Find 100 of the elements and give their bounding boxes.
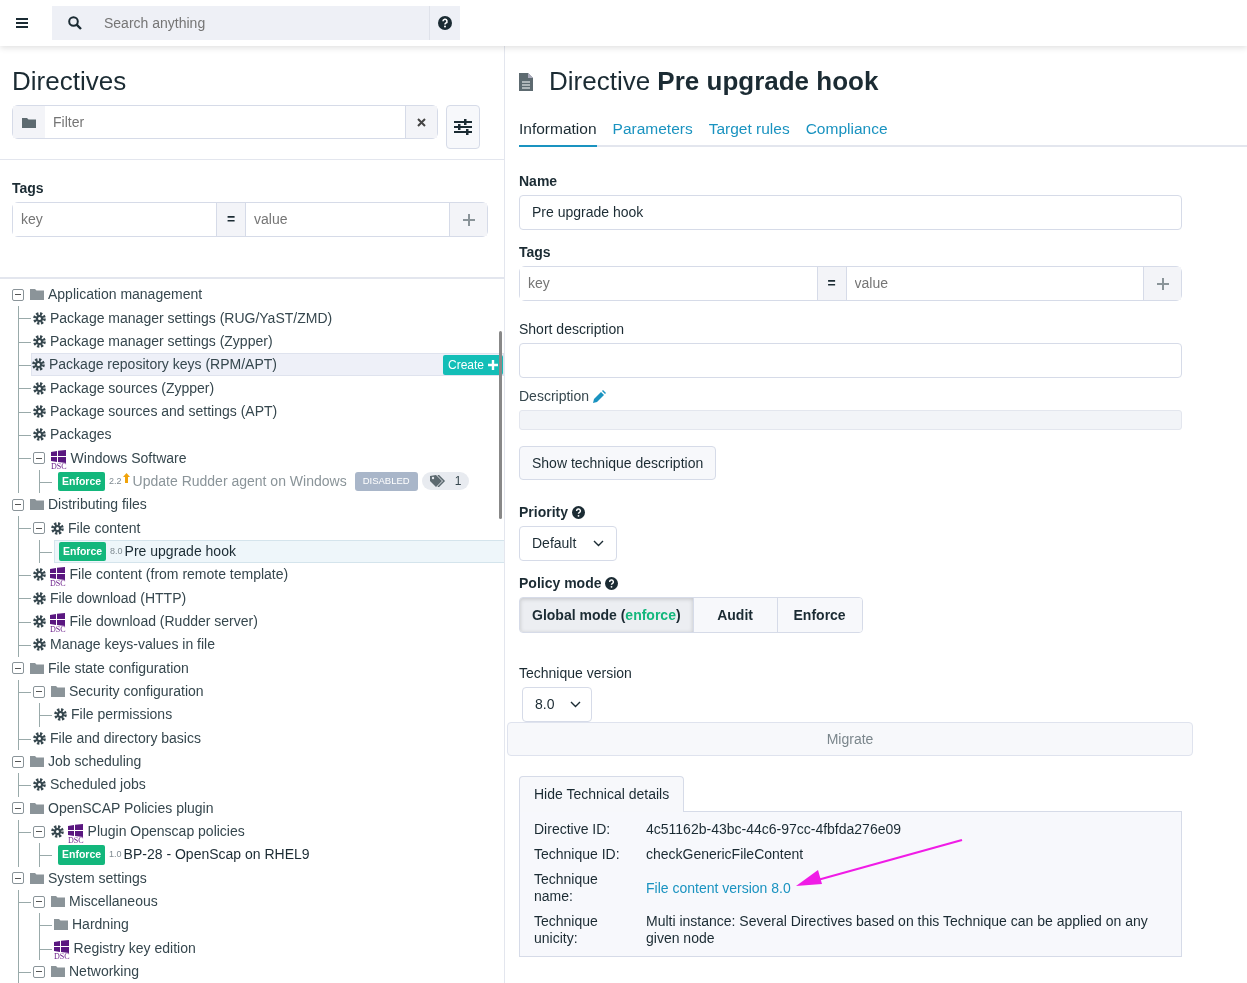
tags-icon — [429, 475, 447, 488]
technique-label[interactable]: Manage keys-values in file — [50, 634, 215, 656]
help-icon[interactable] — [438, 16, 453, 30]
technique-label[interactable]: File download (Rudder server) — [69, 611, 258, 632]
policy-mode-button[interactable]: Enforce — [777, 598, 862, 633]
policy-mode-button[interactable]: Global mode (enforce) — [520, 598, 694, 633]
version-label: 1.0 — [109, 848, 122, 862]
select-value: 8.0 — [535, 695, 555, 715]
hide-details-button[interactable]: Hide Technical details — [519, 776, 685, 813]
field-label: Name — [519, 172, 559, 192]
technique-label[interactable]: Package sources and settings (APT) — [50, 400, 278, 422]
plus-icon — [1156, 277, 1169, 290]
directive-title: Directive Pre upgrade hook — [549, 65, 879, 98]
technique-label[interactable]: Registry key edition — [73, 937, 196, 959]
category-label[interactable]: System settings — [48, 867, 147, 889]
technique-label[interactable]: File and directory basics — [50, 727, 201, 749]
policy-mode-button[interactable]: Audit — [693, 598, 778, 633]
category-label[interactable]: Security configuration — [69, 681, 204, 702]
search-field[interactable]: Search anything — [52, 6, 460, 40]
tab[interactable]: Target rules — [708, 117, 790, 146]
collapse-toggle[interactable] — [12, 662, 24, 675]
technique-label[interactable]: File content (from remote template) — [69, 564, 289, 586]
folder-icon — [51, 686, 65, 697]
folder-icon — [22, 116, 36, 128]
policy-mode-badge: Enforce — [59, 541, 107, 562]
technique-label[interactable]: File permissions — [71, 704, 173, 726]
document-icon — [519, 72, 533, 91]
folder-icon — [30, 872, 44, 884]
operator-label: = — [216, 203, 246, 236]
collapse-toggle[interactable] — [33, 522, 45, 535]
platform-label: DSC — [51, 463, 67, 472]
tag-field[interactable]: key = value — [519, 266, 1182, 302]
collapse-toggle[interactable] — [12, 498, 24, 511]
collapse-toggle[interactable] — [33, 825, 45, 838]
collapse-toggle[interactable] — [33, 452, 45, 465]
folder-icon — [51, 966, 65, 978]
help-icon[interactable] — [605, 577, 619, 591]
description-field[interactable] — [519, 410, 1182, 431]
collapse-toggle[interactable] — [12, 755, 24, 768]
directive-label[interactable]: Pre upgrade hook — [124, 540, 236, 562]
technique-label[interactable]: Package sources (Zypper) — [50, 377, 215, 399]
category-label[interactable]: Networking — [69, 961, 140, 983]
select-value: Default — [532, 534, 577, 554]
collapse-toggle[interactable] — [33, 685, 45, 698]
add-tag-button[interactable] — [449, 203, 487, 236]
category-label[interactable]: Miscellaneous — [69, 891, 158, 913]
technique-label[interactable]: File content — [68, 517, 141, 539]
add-tag-button[interactable] — [1143, 267, 1181, 301]
scrollbar[interactable] — [499, 331, 502, 519]
technique-label[interactable]: Package manager settings (Zypper) — [50, 330, 273, 352]
tag-field[interactable]: key = value — [12, 202, 488, 237]
folder-button[interactable] — [13, 106, 45, 138]
platform-label: DSC — [50, 579, 66, 588]
menu-icon[interactable] — [16, 18, 28, 28]
technique-label[interactable]: Scheduled jobs — [50, 774, 146, 796]
tag-count: 1 — [454, 473, 462, 491]
field-label: Tags — [519, 243, 552, 263]
tab[interactable]: Compliance — [805, 117, 888, 146]
chevron-down-icon — [570, 701, 582, 709]
technique-label[interactable]: Package repository keys (RPM/APT) — [49, 354, 277, 376]
filter-field[interactable]: Filter — [12, 105, 438, 139]
filter-settings-button[interactable] — [446, 105, 480, 149]
policy-mode-badge: Enforce — [58, 845, 106, 865]
folder-icon — [30, 289, 44, 301]
technique-label[interactable]: Package manager settings (RUG/YaST/ZMD) — [50, 307, 333, 329]
collapse-toggle[interactable] — [12, 288, 24, 301]
category-label[interactable]: Hardning — [72, 914, 129, 936]
tab[interactable]: Parameters — [612, 117, 693, 146]
category-label[interactable]: OpenSCAP Policies plugin — [48, 797, 214, 819]
technique-label[interactable]: Packages — [50, 424, 112, 446]
search-input: Search anything — [102, 11, 430, 35]
category-label[interactable]: File state configuration — [48, 657, 189, 679]
clear-button[interactable] — [405, 106, 437, 138]
category-label[interactable]: Job scheduling — [48, 751, 142, 773]
detail-label: Technique ID: — [534, 846, 621, 864]
category-label[interactable]: Distributing files — [48, 494, 147, 516]
collapse-toggle[interactable] — [12, 802, 24, 815]
priority-select[interactable]: Default — [519, 526, 617, 562]
category-label[interactable]: Application management — [48, 284, 203, 306]
detail-value: checkGenericFileContent — [646, 846, 804, 864]
technique-label[interactable]: Plugin Openscap policies — [87, 821, 245, 843]
windows-icon — [50, 613, 66, 627]
name-field[interactable]: Pre upgrade hook — [519, 195, 1182, 231]
field-label: Description — [519, 387, 590, 407]
directive-label[interactable]: BP-28 - OpenScap on RHEL9 — [123, 844, 310, 866]
collapse-toggle[interactable] — [12, 872, 24, 885]
technique-label[interactable]: File download (HTTP) — [50, 587, 187, 609]
windows-icon — [51, 450, 67, 464]
collapse-toggle[interactable] — [33, 965, 45, 978]
short-description-field[interactable] — [519, 343, 1182, 379]
pencil-icon[interactable] — [593, 390, 607, 404]
technique-label[interactable]: Windows Software — [70, 447, 187, 469]
migrate-button[interactable]: Migrate — [507, 722, 1193, 757]
show-technique-button[interactable]: Show technique description — [519, 446, 717, 481]
tab[interactable]: Information — [519, 117, 597, 148]
close-icon — [417, 117, 426, 127]
collapse-toggle[interactable] — [33, 895, 45, 908]
detail-value: Multi instance: Several Directives based on this Technique can be applied on any given node — [646, 913, 1149, 948]
policy-mode-badge: Enforce — [58, 471, 106, 492]
help-icon[interactable] — [572, 506, 585, 520]
